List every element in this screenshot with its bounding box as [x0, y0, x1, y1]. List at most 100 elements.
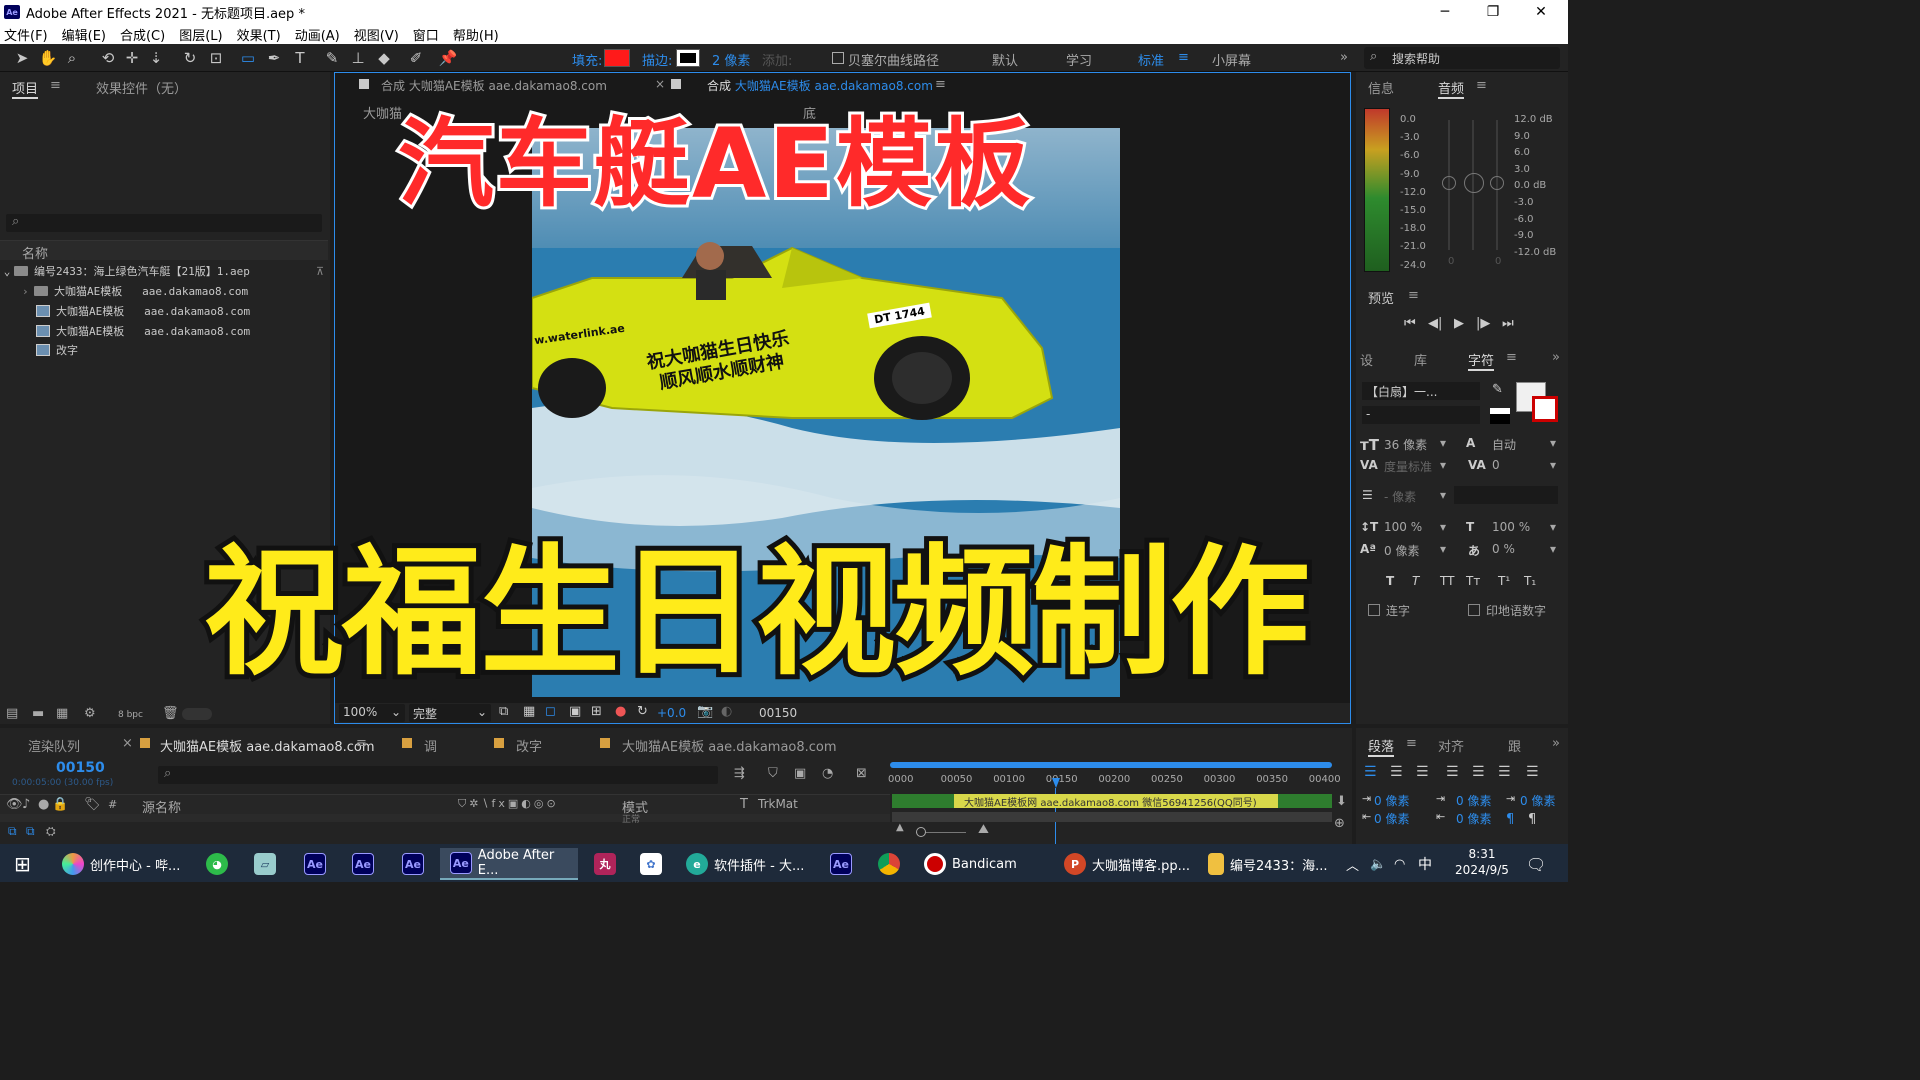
wechat-button[interactable]: ◕ — [206, 848, 234, 880]
comp-flowchart-icon[interactable]: ⇶ — [734, 766, 745, 781]
pen-tool-icon[interactable]: ✒ — [264, 48, 284, 68]
tracking-value[interactable]: 0 — [1492, 458, 1500, 472]
taskbar-item[interactable]: Bandicam — [924, 848, 1017, 880]
show-snapshot-icon[interactable]: ◐ — [721, 704, 732, 719]
new-folder-icon[interactable]: ▬ — [32, 706, 44, 721]
clock[interactable]: 8:31 2024/9/5 — [1452, 846, 1512, 880]
align-left-icon[interactable]: ☰ — [1364, 764, 1377, 780]
breadcrumb[interactable]: 大咖猫 — [363, 103, 402, 122]
project-menu-icon[interactable]: ≡ — [50, 78, 61, 93]
zoom-slider-knob[interactable] — [916, 827, 926, 837]
chevron-down-icon[interactable]: ▾ — [1440, 520, 1446, 534]
align-right-icon[interactable]: ☰ — [1416, 764, 1429, 780]
justify-right-icon[interactable]: ☰ — [1498, 764, 1511, 780]
pan-tool-icon[interactable]: ✛ — [122, 48, 142, 68]
viewer-timecode[interactable]: 00150 — [759, 706, 797, 720]
tsume-value[interactable]: 0 % — [1492, 542, 1515, 556]
taskbar-item[interactable]: P 大咖猫博客.pp... — [1064, 848, 1190, 880]
zoom-tool-icon[interactable]: ⌕ — [62, 48, 82, 68]
ae-button-1[interactable]: Ae — [304, 848, 332, 880]
layer-mode-value[interactable]: 正常 — [622, 812, 640, 825]
hand-tool-icon[interactable]: ✋ — [38, 48, 58, 68]
menu-help[interactable]: 帮助(H) — [453, 25, 499, 44]
rtl-direction-icon[interactable]: ¶ — [1528, 812, 1536, 827]
clone-stamp-tool-icon[interactable]: ⊥ — [348, 48, 368, 68]
type-tool-icon[interactable]: T — [290, 48, 310, 68]
render-time-icon[interactable]: ⧉ — [8, 824, 17, 839]
list-item[interactable]: 改字 — [0, 340, 328, 360]
menu-animation[interactable]: 动画(A) — [295, 25, 340, 44]
timeline-timecode[interactable]: 00150 — [56, 760, 105, 776]
vertical-scale-value[interactable]: 100 % — [1384, 520, 1422, 534]
justify-center-icon[interactable]: ☰ — [1472, 764, 1485, 780]
audio-icon[interactable]: ♪ — [22, 797, 30, 812]
next-frame-button[interactable]: |▶ — [1476, 316, 1490, 331]
notebook-button[interactable]: ▱ — [254, 848, 282, 880]
anchor-tool-icon[interactable]: ⊡ — [206, 48, 226, 68]
chrome-button[interactable] — [878, 848, 906, 880]
audio-left-slider[interactable] — [1442, 176, 1456, 190]
volume-icon[interactable]: 🔈 — [1370, 848, 1386, 880]
menu-effect[interactable]: 效果(T) — [237, 25, 281, 44]
new-composition-icon[interactable]: ▦ — [56, 706, 68, 721]
eyedropper-icon[interactable]: ✎ — [1492, 382, 1503, 397]
kerning-value[interactable]: 度量标准 — [1384, 458, 1432, 475]
chevron-down-icon[interactable]: ▾ — [1550, 542, 1556, 556]
column-name[interactable]: 名称 — [22, 243, 48, 262]
orbit-tool-icon[interactable]: ⟲ — [98, 48, 118, 68]
menu-view[interactable]: 视图(V) — [354, 25, 399, 44]
notification-icon[interactable]: 🗨 — [1526, 848, 1546, 880]
workspace-standard[interactable]: 标准 — [1138, 50, 1164, 69]
timeline-search-input[interactable]: ⌕ — [158, 766, 718, 784]
ae-button-2[interactable]: Ae — [352, 848, 380, 880]
prev-frame-button[interactable]: ◀| — [1428, 316, 1442, 331]
close-icon[interactable]: × — [122, 736, 133, 751]
stroke-size[interactable]: 2 像素 — [712, 50, 750, 69]
list-item[interactable]: 大咖猫AE模板 aae.dakamao8.com — [0, 321, 328, 341]
selection-tool-icon[interactable]: ➤ — [12, 48, 32, 68]
tab-tracker[interactable]: 跟 — [1508, 736, 1521, 755]
expand-icon[interactable]: » — [1552, 350, 1560, 365]
ae-button-3[interactable]: Ae — [402, 848, 430, 880]
app-button[interactable]: ✿ — [640, 848, 668, 880]
brush-tool-icon[interactable]: ✎ — [322, 48, 342, 68]
justify-left-icon[interactable]: ☰ — [1446, 764, 1459, 780]
tab-audio[interactable]: 音频 — [1438, 78, 1465, 99]
small-caps-button[interactable]: Tт — [1466, 574, 1480, 588]
chevron-down-icon[interactable]: ▾ — [1550, 520, 1556, 534]
workspace-small-screen[interactable]: 小屏幕 — [1212, 50, 1251, 69]
baseline-shift-value[interactable]: 0 像素 — [1384, 542, 1419, 559]
grid-guides-icon[interactable]: ⊞ — [591, 704, 602, 719]
audio-master-slider[interactable] — [1464, 173, 1484, 193]
play-button[interactable]: ▶ — [1454, 316, 1464, 331]
workspace-menu-icon[interactable]: ≡ — [1178, 50, 1189, 65]
close-button[interactable]: ✕ — [1518, 0, 1564, 24]
stroke-width-value[interactable]: - 像素 — [1384, 488, 1416, 505]
menu-composition[interactable]: 合成(C) — [120, 25, 165, 44]
taskbar-item[interactable]: e 软件插件 - 大... — [686, 848, 804, 880]
graph-editor-icon[interactable]: ⊠ — [856, 766, 867, 781]
tab-paragraph[interactable]: 段落 — [1368, 736, 1395, 757]
align-center-icon[interactable]: ☰ — [1390, 764, 1403, 780]
workspace-default[interactable]: 默认 — [992, 50, 1018, 69]
reset-exposure-icon[interactable]: ↻ — [637, 704, 648, 719]
expand-panes-icon[interactable]: ⧉ — [26, 824, 35, 839]
faux-italic-button[interactable]: T — [1412, 574, 1419, 588]
snapshot-icon[interactable]: 📷 — [697, 704, 713, 719]
tools-button[interactable]: 丸 — [594, 848, 622, 880]
help-search-box[interactable]: ⌕ 搜索帮助 — [1364, 47, 1560, 69]
superscript-button[interactable]: T¹ — [1498, 574, 1510, 588]
dolly-tool-icon[interactable]: ⇣ — [146, 48, 166, 68]
fast-preview-icon[interactable]: ⧉ — [499, 704, 508, 719]
audio-right-slider[interactable] — [1490, 176, 1504, 190]
interpret-footage-icon[interactable]: ▤ — [6, 706, 18, 721]
tab-character[interactable]: 字符 — [1468, 350, 1495, 371]
menu-file[interactable]: 文件(F) — [4, 25, 48, 44]
switches-icon[interactable]: ⛉✲∖fx▣◐◎⊙ — [458, 797, 559, 811]
horizontal-scale-value[interactable]: 100 % — [1492, 520, 1530, 534]
motion-blur-icon[interactable]: ◔ — [822, 766, 833, 781]
tray-expand-icon[interactable]: ︿ — [1346, 848, 1359, 880]
project-root-row[interactable]: ⌄ 编号2433：海上绿色汽车艇【21版】1.aep ⊼ — [0, 261, 328, 281]
chevron-right-icon[interactable]: › — [22, 285, 34, 298]
tab-effect-controls[interactable]: 效果控件（无） — [96, 78, 187, 97]
